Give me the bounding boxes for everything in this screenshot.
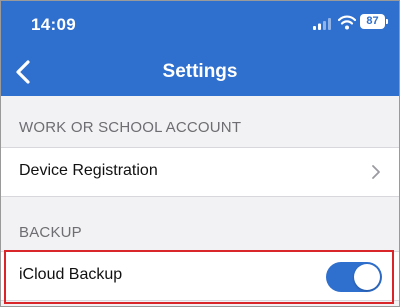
wifi-icon — [338, 15, 356, 30]
icloud-backup-label: iCloud Backup — [19, 266, 123, 283]
header: 14:09 87 Settings — [1, 1, 399, 96]
chevron-right-icon — [372, 165, 380, 179]
device-registration-label: Device Registration — [19, 162, 158, 179]
screen: 14:09 87 Settings WORK OR SCHOOL ACCOUNT… — [0, 0, 400, 307]
battery-icon: 87 — [360, 14, 385, 29]
section-header-account: WORK OR SCHOOL ACCOUNT — [19, 119, 242, 136]
icloud-backup-row: iCloud Backup — [1, 251, 399, 301]
toggle-knob — [354, 264, 380, 290]
signal-icon — [313, 18, 331, 30]
icloud-backup-toggle[interactable] — [326, 262, 382, 292]
page-title: Settings — [162, 61, 238, 82]
device-registration-row[interactable]: Device Registration — [1, 147, 399, 197]
battery-tip — [386, 19, 388, 24]
status-time: 14:09 — [31, 15, 76, 34]
section-header-backup: BACKUP — [19, 224, 82, 241]
